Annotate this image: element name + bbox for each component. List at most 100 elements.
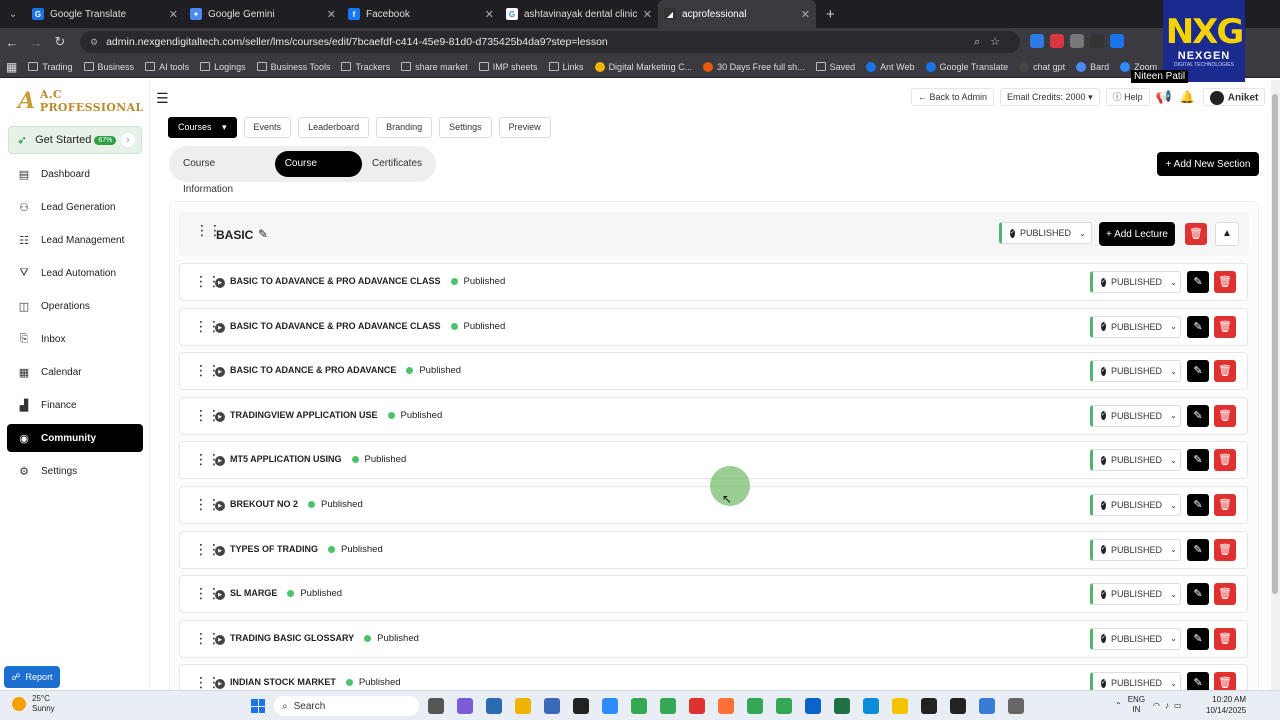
bookmark-star-icon[interactable]: ⌕☆ (974, 35, 1010, 49)
lecture-status-select[interactable]: ✓ PUBLISHED ⌄ (1090, 404, 1181, 427)
battery-icon[interactable]: ▭ (1174, 701, 1182, 710)
wifi-icon[interactable]: ◠ (1153, 701, 1160, 710)
reload-icon[interactable]: ↻ (48, 34, 72, 50)
lecture-status-select[interactable]: ✓ PUBLISHED ⌄ (1090, 315, 1181, 338)
delete-lecture-button[interactable]: 🗑 (1214, 583, 1236, 606)
edit-lecture-button[interactable]: ✎ (1187, 449, 1209, 472)
bookmark-item[interactable]: Links (548, 62, 584, 72)
extension-icon[interactable] (1070, 34, 1084, 48)
copilot-icon[interactable] (457, 698, 473, 714)
sidebar-item-settings[interactable]: ⚙ Settings (7, 457, 143, 485)
delete-lecture-button[interactable]: 🗑 (1214, 404, 1236, 427)
bookmark-item[interactable]: Trading (28, 62, 73, 72)
extension-icon[interactable] (1090, 34, 1104, 48)
drag-handle-icon[interactable]: ⋮⋮ (194, 363, 221, 377)
sidebar-item-finance[interactable]: ▟ Finance (7, 391, 143, 419)
bookmark-item[interactable]: Google Translate (925, 61, 1008, 72)
url-input[interactable]: ⚙ admin.nexgendigitaltech.com/seller/lms… (80, 31, 1020, 53)
chevron-right-icon[interactable]: › (121, 133, 135, 147)
bookmark-item[interactable]: 30 Days Free full sh... (703, 61, 805, 72)
bookmark-item[interactable]: Bard (1076, 61, 1109, 72)
close-tab-icon[interactable]: ✕ (643, 8, 652, 21)
bookmark-item[interactable]: Saved (815, 62, 855, 72)
edit-lecture-button[interactable]: ✎ (1187, 404, 1209, 427)
drag-handle-icon[interactable]: ⋮⋮ (194, 675, 221, 689)
browser-tab[interactable]: f Facebook ✕ (342, 0, 500, 28)
extension-icon[interactable] (1110, 34, 1124, 48)
tab-events[interactable]: Events (243, 117, 292, 138)
add-lecture-button[interactable]: + Add Lecture (1099, 222, 1175, 246)
email-credits-dropdown[interactable]: Email Credits: 2000 ▾ (1000, 88, 1100, 106)
sidebar-item-calendar[interactable]: ▦ Calendar (7, 358, 143, 386)
taskbar-search[interactable]: ⌕ Search (274, 696, 419, 716)
add-new-section-button[interactable]: + Add New Section (1157, 152, 1259, 176)
delete-lecture-button[interactable]: 🗑 (1214, 538, 1236, 561)
bookmark-item[interactable]: Logings (200, 62, 246, 72)
edit-lecture-button[interactable]: ✎ (1187, 538, 1209, 561)
settings-icon[interactable] (1008, 698, 1024, 714)
outlook-icon[interactable] (805, 698, 821, 714)
drag-handle-icon[interactable]: ⋮⋮ (194, 586, 221, 600)
lecture-status-select[interactable]: ✓ PUBLISHED ⌄ (1090, 271, 1181, 293)
tab-preview[interactable]: Preview (498, 117, 551, 138)
volume-icon[interactable]: ♪ (1165, 701, 1169, 710)
tab-course-content[interactable]: Course Content (274, 151, 362, 195)
drag-handle-icon[interactable]: ⋮⋮ (194, 408, 221, 422)
system-tray[interactable]: ⌃ ENG IN ◠ ♪ ▭ (1115, 695, 1182, 715)
drag-handle-icon[interactable]: ⋮⋮ (194, 452, 221, 466)
delete-lecture-button[interactable]: 🗑 (1214, 315, 1236, 338)
sidebar-item-operations[interactable]: ◫ Operations (7, 292, 143, 320)
edit-lecture-button[interactable]: ✎ (1187, 627, 1209, 650)
new-tab-button[interactable]: + (826, 6, 835, 23)
delete-lecture-button[interactable]: 🗑 (1214, 271, 1236, 293)
delete-lecture-button[interactable]: 🗑 (1214, 449, 1236, 472)
close-tab-icon[interactable]: ✕ (801, 8, 810, 21)
page-scrollbar[interactable] (1271, 80, 1280, 690)
app-icon[interactable] (892, 698, 908, 714)
zoom-icon[interactable] (602, 698, 618, 714)
bookmark-item[interactable]: Trackers (341, 62, 390, 72)
help-button[interactable]: ⓘ Help (1105, 88, 1150, 106)
tab-courses[interactable]: Courses ▾ (168, 117, 237, 138)
bookmark-item[interactable]: IMP sheets (478, 62, 538, 72)
scrollbar-thumb[interactable] (1272, 94, 1278, 594)
bookmark-item[interactable]: Ant Web (866, 61, 915, 72)
bookmark-item[interactable]: Business (83, 62, 134, 72)
chrome-profile-icon[interactable] (776, 698, 792, 714)
tab-branding[interactable]: Branding (376, 117, 433, 138)
forward-icon[interactable]: → (24, 35, 48, 50)
store-icon[interactable] (486, 698, 502, 714)
tab-course-information[interactable]: Course Information (173, 151, 275, 195)
extension-icon[interactable] (1050, 34, 1064, 48)
edit-lecture-button[interactable]: ✎ (1187, 360, 1209, 383)
lecture-status-select[interactable]: ✓ PUBLISHED ⌄ (1090, 538, 1181, 561)
apps-icon[interactable]: ▦ (6, 60, 17, 74)
section-status-select[interactable]: ✓ PUBLISHED ⌄ (999, 222, 1092, 244)
site-info-icon[interactable]: ⚙ (90, 37, 98, 48)
lecture-status-select[interactable]: ✓ PUBLISHED ⌄ (1090, 583, 1181, 606)
lecture-status-select[interactable]: ✓ PUBLISHED ⌄ (1090, 627, 1181, 650)
sidebar-item-inbox[interactable]: ⎘ Inbox (7, 325, 143, 353)
report-button[interactable]: ☍ Report (4, 666, 60, 688)
browser-tab[interactable]: ◢ acprofessional ✕ (658, 0, 816, 28)
drag-handle-icon[interactable]: ⋮⋮ (194, 274, 221, 288)
drag-handle-icon[interactable]: ⋮⋮ (194, 497, 221, 511)
sidebar-item-community[interactable]: ◉ Community (7, 424, 143, 452)
extension-icon[interactable] (1030, 34, 1044, 48)
drag-handle-icon[interactable]: ⋮⋮ (194, 631, 221, 645)
lecture-status-select[interactable]: ✓ PUBLISHED ⌄ (1090, 449, 1181, 472)
edit-lecture-button[interactable]: ✎ (1187, 315, 1209, 338)
edit-lecture-button[interactable]: ✎ (1187, 583, 1209, 606)
close-tab-icon[interactable]: ✕ (327, 8, 336, 21)
sidebar-item-lead-automation[interactable]: ⛛ Lead Automation (7, 259, 143, 287)
collapse-section-button[interactable]: ▲ (1215, 222, 1239, 246)
calculator-icon[interactable] (544, 698, 560, 714)
get-started-button[interactable]: ➶ Get Started 67% › (8, 126, 142, 154)
lecture-status-select[interactable]: ✓ PUBLISHED ⌄ (1090, 360, 1181, 383)
tab-settings[interactable]: Settings (439, 117, 492, 138)
sidebar-item-dashboard[interactable]: ▤ Dashboard (7, 160, 143, 188)
browser-tab[interactable]: ✦ Google Gemini ✕ (184, 0, 342, 28)
browser-tab[interactable]: G Google Translate ✕ (26, 0, 184, 28)
weather-widget[interactable]: 25°C Sunny (12, 694, 55, 714)
menu-toggle-icon[interactable]: ☰ (156, 90, 169, 107)
